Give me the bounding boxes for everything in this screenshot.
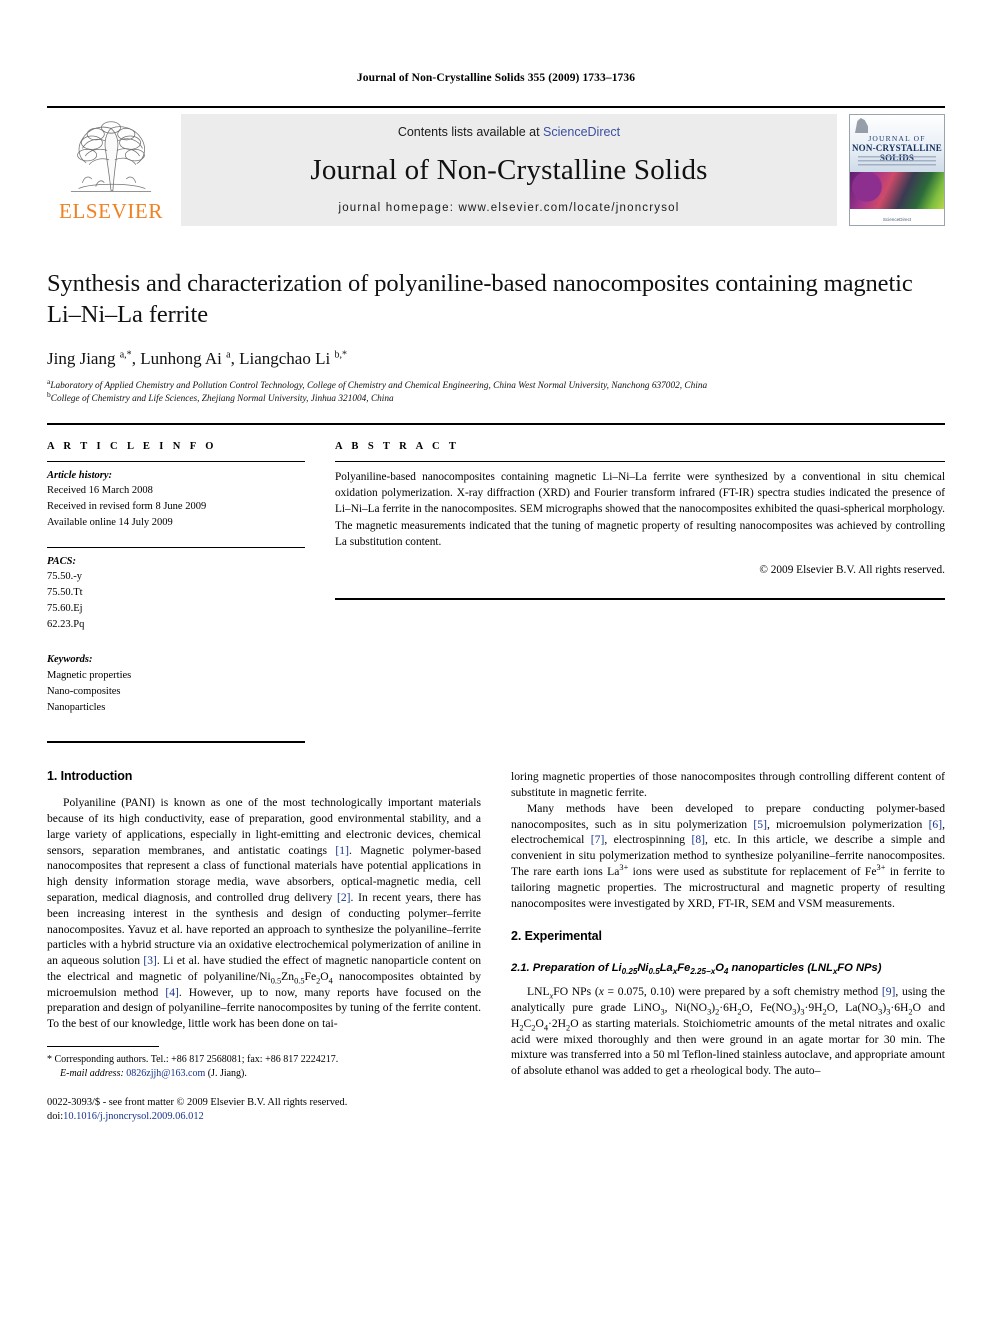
history-item: Received 16 March 2008 (47, 485, 153, 497)
footnote-separator-rule (47, 1045, 159, 1047)
issn-front-matter-line: 0022-3093/$ - see front matter © 2009 El… (47, 1096, 348, 1108)
affiliation-b: bCollege of Chemistry and Life Sciences,… (47, 390, 394, 405)
pacs-group: PACS: 75.50.-y 75.50.Tt 75.60.Ej 62.23.P… (47, 548, 305, 633)
doi-link[interactable]: 10.1016/j.jnoncrysol.2009.06.012 (63, 1111, 204, 1122)
email-owner-name: (J. Jiang). (207, 1067, 247, 1079)
corresponding-authors-text: Corresponding authors. Tel.: +86 817 256… (54, 1053, 339, 1065)
abstract-heading: A B S T R A C T (335, 440, 460, 452)
info-abstract-region: A R T I C L E I N F O Article history: R… (47, 425, 945, 744)
title-block: Synthesis and characterization of polyan… (47, 268, 945, 407)
section-heading-introduction: 1. Introduction (47, 769, 133, 784)
keyword-item: Magnetic properties (47, 670, 132, 682)
journal-banner: Contents lists available at ScienceDirec… (181, 114, 837, 226)
intro-paragraph-2: Many methods have been developed to prep… (511, 801, 946, 910)
corresponding-author-footnote: * Corresponding authors. Tel.: +86 817 2… (47, 1053, 481, 1081)
body-column-right: loring magnetic properties of those nano… (511, 769, 945, 1125)
footnote-star-marker: * (47, 1053, 52, 1065)
cover-artwork-image (850, 172, 944, 209)
keywords-label: Keywords: (47, 654, 93, 666)
email-address-label: E-mail address: (60, 1067, 124, 1079)
pacs-label: PACS: (47, 555, 76, 567)
article-history-label: Article history: (47, 469, 113, 481)
cover-metadata-lines (858, 156, 936, 166)
journal-masthead: ELSEVIER Contents lists available at Sci… (47, 106, 945, 226)
article-page: Journal of Non-Crystalline Solids 355 (2… (0, 0, 992, 1323)
article-info-heading: A R T I C L E I N F O (47, 440, 217, 452)
author-list: Jing Jiang a,*, Lunhong Ai a, Liangchao … (47, 348, 347, 368)
history-item: Available online 14 July 2009 (47, 516, 173, 528)
email-address-link[interactable]: 0826zjjh@163.com (126, 1068, 205, 1079)
keywords-group: Keywords: Magnetic properties Nano-compo… (47, 646, 305, 715)
intro-paragraph-1-continuation: loring magnetic properties of those nano… (511, 770, 945, 800)
intro-paragraph-1: Polyaniline (PANI) is known as one of th… (47, 796, 482, 1031)
journal-cover-thumbnail: JOURNAL OF NON-CRYSTALLINE SOLIDS Scienc… (849, 114, 945, 226)
pacs-item: 62.23.Pq (47, 618, 85, 630)
history-item: Received in revised form 8 June 2009 (47, 501, 207, 513)
elsevier-wordmark: ELSEVIER (59, 199, 163, 223)
affiliation-a: aLaboratory of Applied Chemistry and Pol… (47, 376, 708, 391)
article-info-rule-bottom (47, 741, 305, 744)
doi-label: doi: (47, 1111, 64, 1123)
affiliations: aLaboratory of Applied Chemistry and Pol… (47, 376, 945, 407)
footnote-line-1: * Corresponding authors. Tel.: +86 817 2… (47, 1053, 481, 1067)
keyword-item: Nano-composites (47, 685, 121, 697)
journal-title: Journal of Non-Crystalline Solids (310, 154, 708, 186)
running-head: Journal of Non-Crystalline Solids 355 (2… (356, 72, 636, 84)
doi-line: doi:10.1016/j.jnoncrysol.2009.06.012 (47, 1110, 481, 1125)
cover-footer: ScienceDirect (850, 209, 944, 225)
journal-homepage-line[interactable]: journal homepage: www.elsevier.com/locat… (338, 202, 679, 214)
abstract-text: Polyaniline-based nanocomposites contain… (335, 470, 945, 549)
experimental-paragraph-1: LNLxFO NPs (x = 0.075, 0.10) were prepar… (511, 985, 946, 1078)
elsevier-logo: ELSEVIER (47, 114, 175, 224)
abstract-rule-bottom (335, 597, 945, 600)
contents-available-line: Contents lists available at ScienceDirec… (398, 125, 620, 139)
elsevier-tree-icon (70, 121, 152, 192)
pacs-item: 75.50.Tt (47, 587, 83, 599)
body-column-left: 1. Introduction Polyaniline (PANI) is kn… (47, 769, 481, 1125)
issn-copyright-block: 0022-3093/$ - see front matter © 2009 El… (47, 1096, 481, 1125)
abstract-column: A B S T R A C T Polyaniline-based nanoco… (335, 441, 945, 744)
affiliation-b-text: College of Chemistry and Life Sciences, … (50, 394, 394, 405)
cover-sciencedirect-mark: ScienceDirect (882, 217, 912, 222)
cover-title-line1: JOURNAL OF (868, 134, 926, 143)
affiliation-a-text: Laboratory of Applied Chemistry and Poll… (50, 380, 708, 391)
page-title: Synthesis and characterization of polyan… (47, 270, 913, 329)
sciencedirect-link[interactable]: ScienceDirect (543, 125, 620, 139)
article-history-group: Article history: Received 16 March 2008 … (47, 462, 305, 531)
keyword-item: Nanoparticles (47, 701, 106, 713)
pacs-item: 75.50.-y (47, 571, 82, 583)
body-two-column-layout: 1. Introduction Polyaniline (PANI) is kn… (47, 769, 945, 1125)
subsection-heading-2-1: 2.1. Preparation of Li0.25Ni0.5LaxFe2.25… (511, 962, 882, 977)
pacs-item: 75.60.Ej (47, 602, 83, 614)
section-heading-experimental: 2. Experimental (511, 929, 602, 944)
article-info-column: A R T I C L E I N F O Article history: R… (47, 441, 305, 744)
contents-prefix: Contents lists available at (397, 125, 544, 139)
abstract-copyright: © 2009 Elsevier B.V. All rights reserved… (759, 563, 945, 576)
footnote-line-2: E-mail address: 0826zjjh@163.com (J. Jia… (47, 1067, 481, 1081)
